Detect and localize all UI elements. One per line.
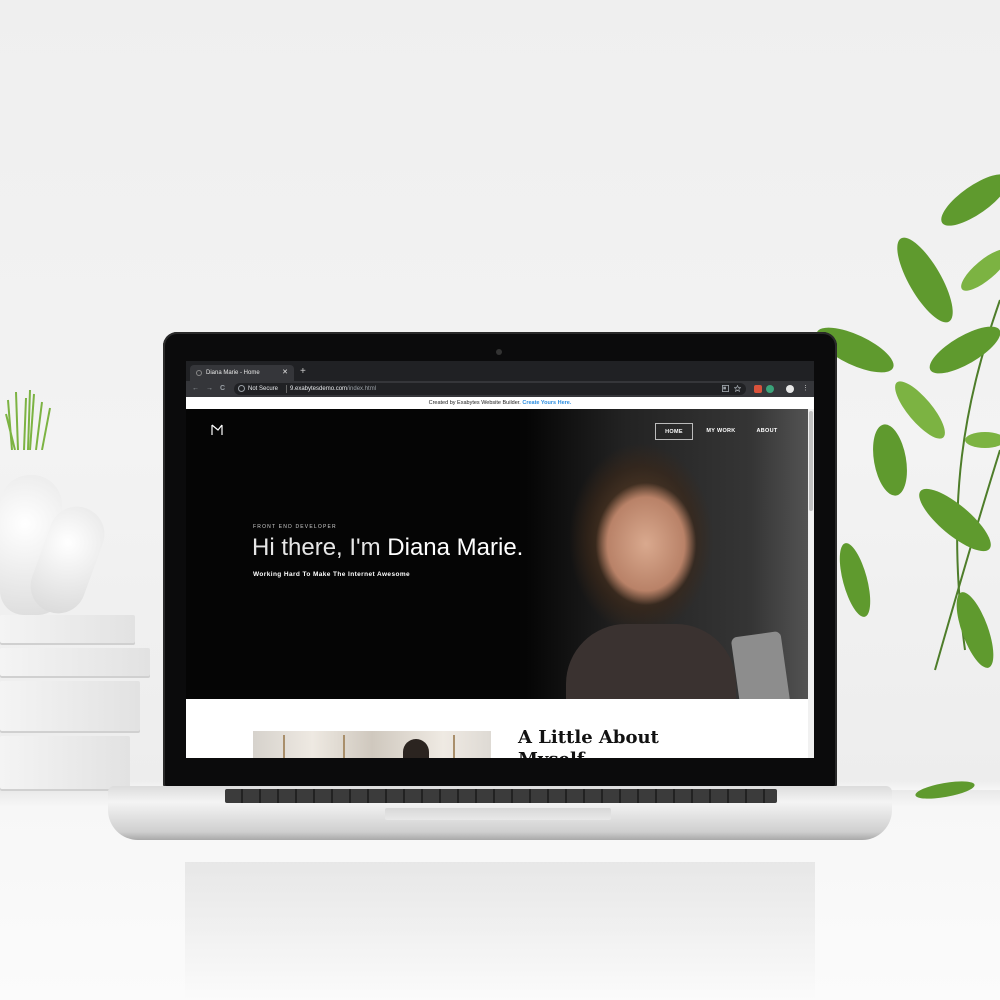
hero-tagline: Working Hard To Make The Internet Awesom…: [253, 571, 411, 578]
headline-name: Diana Marie.: [387, 534, 524, 561]
extension-icon[interactable]: [754, 385, 762, 393]
nav-about[interactable]: ABOUT: [749, 423, 785, 440]
security-label: Not Secure: [248, 386, 279, 392]
url-text[interactable]: 9.exabytesdemo.com/index.html: [290, 383, 376, 395]
menu-dots-icon[interactable]: ⋮: [802, 381, 809, 397]
builder-banner: Created by Exabytes Website Builder. Cre…: [186, 397, 814, 409]
translate-icon[interactable]: [722, 385, 729, 392]
star-icon[interactable]: [734, 385, 741, 392]
info-icon[interactable]: [238, 385, 245, 392]
forward-button[interactable]: →: [206, 381, 213, 397]
trackpad: [385, 808, 611, 820]
hero-section: HOME MY WORK ABOUT FRONT END DEVELOPER H…: [186, 409, 808, 699]
tab-strip: Diana Marie - Home ✕ +: [186, 361, 814, 381]
book-stack: [0, 615, 150, 794]
address-divider: [286, 385, 287, 393]
url-host: 9.exabytesdemo.com: [290, 386, 348, 392]
hero-photo: [526, 409, 808, 699]
nav-my-work[interactable]: MY WORK: [701, 423, 741, 440]
about-heading: A Little About Myself: [518, 727, 659, 758]
logo-icon[interactable]: [210, 423, 224, 437]
browser-toolbar: ← → C Not Secure 9.exabytesdemo.com/inde…: [186, 381, 814, 397]
keyboard: [225, 789, 777, 803]
headline-prefix: Hi there, I'm: [252, 534, 388, 561]
browser-window: Diana Marie - Home ✕ + ← → C Not Secure …: [186, 361, 814, 758]
plant-decor: [816, 174, 1000, 799]
banner-link[interactable]: Create Yours Here.: [522, 400, 571, 406]
back-button[interactable]: ←: [192, 381, 199, 397]
nav-home[interactable]: HOME: [655, 423, 693, 440]
hero-eyebrow: FRONT END DEVELOPER: [253, 524, 337, 530]
about-heading-line1: A Little About: [518, 727, 659, 748]
extension-icon[interactable]: [766, 385, 774, 393]
laptop-reflection: [185, 862, 815, 1000]
about-heading-line2: Myself: [518, 749, 659, 758]
scrollbar-thumb[interactable]: [809, 411, 813, 511]
grass-plant: [5, 390, 51, 450]
close-tab-icon[interactable]: ✕: [282, 365, 288, 381]
banner-text: Created by Exabytes Website Builder.: [428, 400, 521, 406]
browser-tab[interactable]: Diana Marie - Home ✕: [190, 365, 294, 381]
url-path: /index.html: [347, 386, 377, 392]
address-bar[interactable]: Not Secure 9.exabytesdemo.com/index.html: [234, 383, 746, 395]
globe-icon: [196, 370, 202, 376]
about-photo: [253, 731, 491, 758]
new-tab-button[interactable]: +: [300, 365, 306, 379]
hero-headline: Hi there, I'm Diana Marie.: [252, 534, 523, 562]
tab-title: Diana Marie - Home: [206, 370, 260, 376]
profile-icon[interactable]: [786, 385, 794, 393]
camera-icon: [496, 349, 502, 355]
reload-button[interactable]: C: [220, 381, 225, 397]
